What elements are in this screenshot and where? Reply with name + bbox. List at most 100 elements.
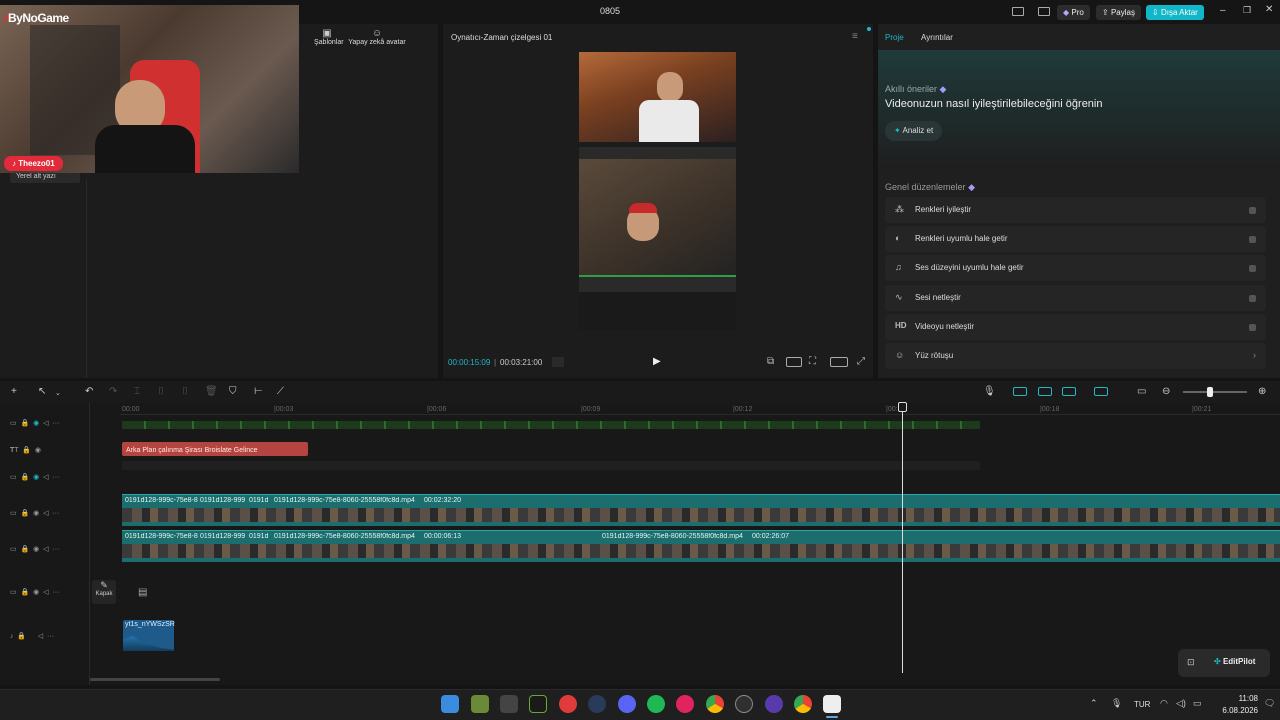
face-retouch-item[interactable]: ☺ Yüz rötuşu › xyxy=(885,343,1266,369)
enhance-colors-item[interactable]: ⁂ Renkleri iyileştir xyxy=(885,197,1266,223)
language-indicator[interactable]: TUR xyxy=(1134,700,1150,709)
zoom-out-icon[interactable]: ⊖ xyxy=(1162,386,1170,397)
add-icon[interactable]: + xyxy=(11,386,17,397)
toggle[interactable] xyxy=(1249,207,1256,214)
track-lock-icons[interactable]: ▭ 🔒 ◉ ◁ ··· xyxy=(10,419,59,427)
caption-edit-icon[interactable]: ⊡ xyxy=(1187,657,1195,668)
waveform-icon[interactable] xyxy=(552,357,564,367)
sticker-strip[interactable] xyxy=(122,421,980,429)
effect-strip[interactable] xyxy=(122,461,980,470)
share-button[interactable]: ⇪ Paylaş xyxy=(1096,5,1141,20)
game-launcher-icon[interactable] xyxy=(500,695,518,713)
playhead-handle[interactable] xyxy=(898,402,907,412)
app-red-icon[interactable] xyxy=(559,695,577,713)
clock-time[interactable]: 11:08 xyxy=(1216,694,1258,703)
text-clip[interactable]: Arka Plan çalınma Şirası Broislate Gelin… xyxy=(122,442,308,456)
export-button[interactable]: ⇩ Dışa Aktar xyxy=(1146,5,1204,20)
pro-button[interactable]: ◆ Pro xyxy=(1057,5,1090,20)
play-button[interactable]: ▶ xyxy=(653,356,661,367)
cover-button[interactable]: ✎ Kapak xyxy=(92,580,116,604)
toggle[interactable] xyxy=(1249,295,1256,302)
main-track-header[interactable]: ▭ 🔒 ◉ ◁ ··· xyxy=(10,588,59,596)
toggle[interactable] xyxy=(1249,236,1256,243)
snap-icon[interactable] xyxy=(1094,387,1108,396)
link-icon[interactable] xyxy=(1038,387,1052,396)
tab-project[interactable]: Proje xyxy=(885,33,904,42)
spotify-icon[interactable] xyxy=(647,695,665,713)
clock-date[interactable]: 6.08.2026 xyxy=(1210,706,1258,715)
select-tool-icon[interactable]: ↖ xyxy=(38,386,46,397)
analyze-button[interactable]: ✦ Analiz et xyxy=(885,121,943,141)
magic-icon[interactable]: ⟋ xyxy=(277,386,284,397)
toggle[interactable] xyxy=(1249,265,1256,272)
preview-axis-icon[interactable] xyxy=(1062,387,1076,396)
fullscreen-icon[interactable]: ⤢ xyxy=(857,356,865,367)
timeline-scrollbar[interactable] xyxy=(90,678,220,681)
nvidia-icon[interactable] xyxy=(529,695,547,713)
maximize-icon[interactable]: ❐ xyxy=(1243,5,1251,16)
video-track-2[interactable]: 0191d128-999c-75e8-8 0191d128-999 0191d … xyxy=(122,530,1280,562)
capcut-icon[interactable] xyxy=(823,695,841,713)
ai-avatar-tab[interactable]: ☺ Yapay zekâ avatar xyxy=(347,28,407,46)
split-left-icon[interactable]: ⌷ xyxy=(158,386,164,397)
video-track-1-header[interactable]: ▭ 🔒 ◉ ◁ ··· xyxy=(10,509,59,517)
text-track-header[interactable]: TT 🔒 ◉ xyxy=(10,446,41,454)
close-icon[interactable]: ✕ xyxy=(1265,4,1273,15)
avatar-icon: ☺ xyxy=(371,28,383,39)
battery-icon[interactable]: ▭ xyxy=(1193,698,1202,709)
notification-icon[interactable]: 🗨 xyxy=(1264,698,1275,709)
toggle[interactable] xyxy=(1249,324,1256,331)
minimize-icon[interactable]: – xyxy=(1220,5,1226,16)
redo-icon[interactable]: ↷ xyxy=(109,386,117,397)
editpilot-button[interactable]: ✣ EditPilot xyxy=(1214,657,1255,666)
windows-start-icon[interactable] xyxy=(441,695,459,713)
aspect-icon[interactable] xyxy=(830,357,848,367)
steam-icon[interactable] xyxy=(588,695,606,713)
playhead[interactable] xyxy=(902,403,903,673)
zoom-slider-handle[interactable] xyxy=(1207,387,1213,397)
normalize-volume-item[interactable]: ♫ Ses düzeyini uyumlu hale getir xyxy=(885,255,1266,281)
ratio-icon[interactable] xyxy=(786,357,802,367)
shield-icon[interactable]: ⛉ xyxy=(229,386,237,397)
menu-icon[interactable]: ≡ xyxy=(852,31,858,42)
undo-icon[interactable]: ↶ xyxy=(85,386,93,397)
chrome-canary-icon[interactable] xyxy=(794,695,812,713)
enhance-voice-item[interactable]: ∿ Sesi netleştir xyxy=(885,285,1266,311)
match-colors-item[interactable]: ◐ Renkleri uyumlu hale getir xyxy=(885,226,1266,252)
zoom-slider[interactable] xyxy=(1183,391,1247,393)
chevron-up-icon[interactable]: ⌃ xyxy=(1090,698,1098,709)
layout-icon[interactable] xyxy=(1012,7,1024,16)
brand-logo: ⁄⁄ByNoGame xyxy=(5,11,69,25)
wifi-icon[interactable]: ◠ xyxy=(1160,698,1168,709)
magnet-icon[interactable] xyxy=(1013,387,1027,396)
audio-clip[interactable]: yt1s_nYWSzSR xyxy=(123,620,175,651)
enhance-video-item[interactable]: HD Videoyu netleştir xyxy=(885,314,1266,340)
minecraft-icon[interactable] xyxy=(471,695,489,713)
media-player-icon[interactable] xyxy=(676,695,694,713)
discord-icon[interactable] xyxy=(618,695,636,713)
split-right-icon[interactable]: ⌷ xyxy=(182,386,188,397)
zoom-in-icon[interactable]: ⊕ xyxy=(1258,386,1266,397)
caption-icon[interactable]: ▭ xyxy=(1137,386,1146,397)
microphone-icon[interactable]: 🎙 xyxy=(983,386,996,397)
fit-icon[interactable]: ⧉ xyxy=(767,356,774,367)
chevron-down-icon[interactable]: ⌄ xyxy=(55,389,61,397)
effect-track-header[interactable]: ▭ 🔒 ◉ ◁ ··· xyxy=(10,473,59,481)
monitor-icon[interactable] xyxy=(1038,7,1050,16)
crop-icon[interactable]: ⛶ xyxy=(809,356,816,367)
split-icon[interactable]: ⌶ xyxy=(134,386,140,397)
browser-icon[interactable] xyxy=(765,695,783,713)
editpilot-panel[interactable]: ⊡ ✣ EditPilot xyxy=(1178,649,1270,677)
volume-icon[interactable]: ◁) xyxy=(1176,698,1186,709)
microphone-tray-icon[interactable]: 🎙 xyxy=(1111,698,1122,709)
templates-tab[interactable]: ▣ Şablonlar xyxy=(314,28,344,46)
delete-icon[interactable]: 🗑 xyxy=(205,386,218,397)
video-track-1[interactable]: 0191d128-999c-75e8-8 0191d128-999 0191d … xyxy=(122,494,1280,526)
tab-details[interactable]: Ayrıntılar xyxy=(921,33,953,42)
audio-track-header[interactable]: ♪ 🔒 ◁ ··· xyxy=(10,632,54,640)
freeze-icon[interactable]: ⊢ xyxy=(254,386,263,397)
ruler-label: |00:06 xyxy=(427,406,447,413)
obs-icon[interactable] xyxy=(735,695,753,713)
chrome-icon[interactable] xyxy=(706,695,724,713)
video-track-2-header[interactable]: ▭ 🔒 ◉ ◁ ··· xyxy=(10,545,59,553)
